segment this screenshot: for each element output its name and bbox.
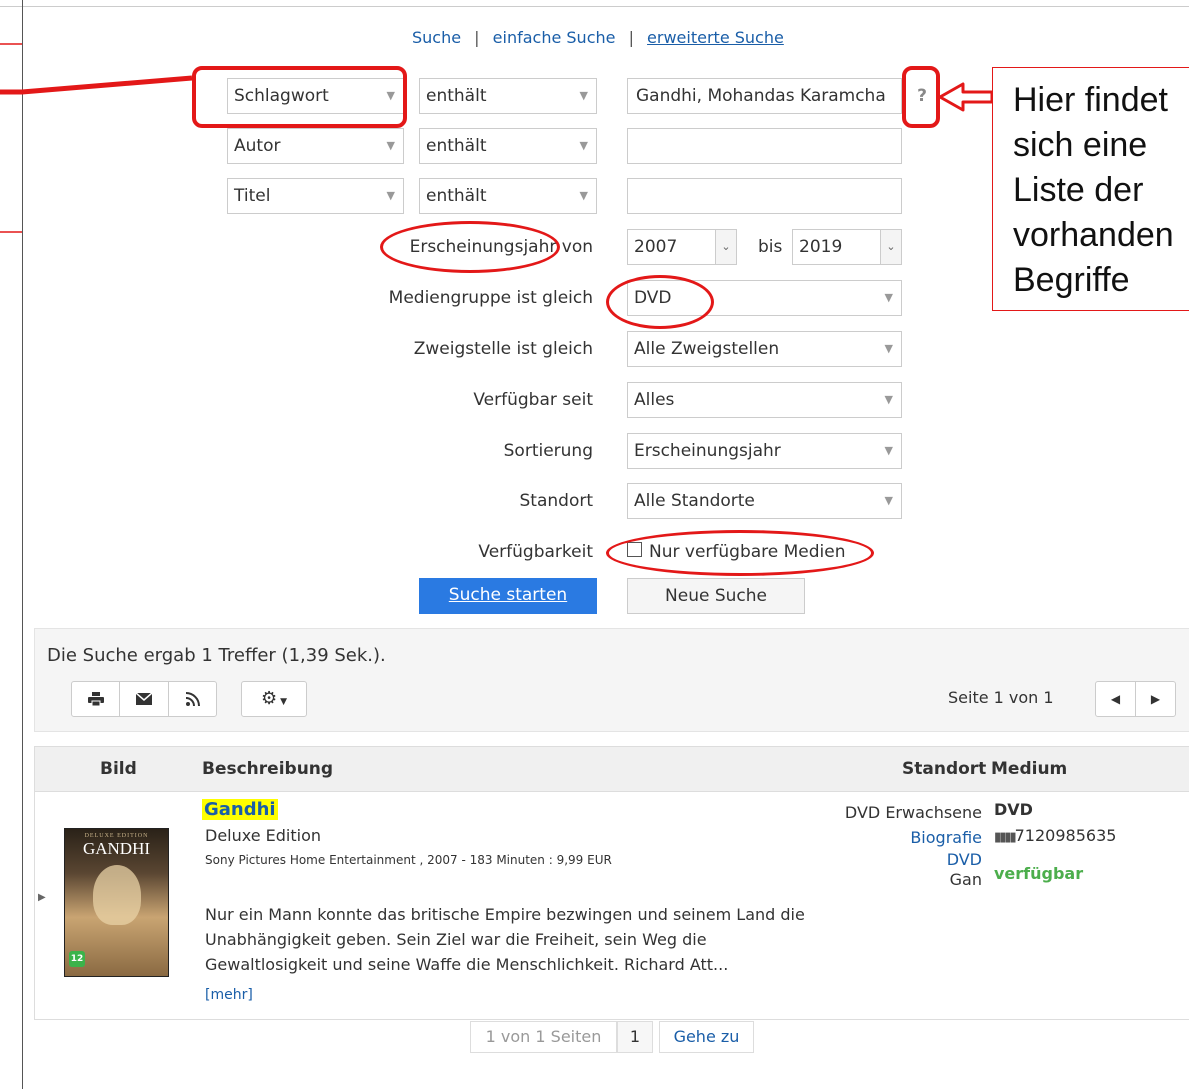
header-beschreibung[interactable]: Beschreibung [202,759,333,779]
goto-page-button[interactable]: Gehe zu [659,1021,754,1053]
filter-label: Sortierung [503,441,593,461]
filter-value: Alles [634,390,675,410]
header-standort[interactable]: Standort [902,759,986,779]
rss-button[interactable] [168,681,217,717]
gear-icon: ⚙ [260,688,278,709]
filter-label: Zweigstelle ist gleich [413,339,593,359]
barcode: ▮▮▮▮7120985635 [994,826,1116,845]
more-link[interactable]: [mehr] [205,987,253,1003]
location-select[interactable]: Alle Standorte ▼ [627,483,902,519]
sort-select[interactable]: Erscheinungsjahr ▼ [627,433,902,469]
standort-cell: DVD Erwachsene Biografie DVD Gan [780,800,982,890]
filter-label: Verfügbar seit [473,390,593,410]
filter-value: Erscheinungsjahr [634,441,781,461]
item-title-link[interactable]: Gandhi [202,799,278,820]
expand-row-icon[interactable]: ▶ [38,892,46,903]
filter-label: Standort [519,491,594,511]
print-button[interactable] [71,681,120,717]
pager-summary: 1 von 1 Seiten [470,1021,617,1053]
caret-down-icon: ▼ [884,444,893,457]
cover-portrait [93,865,141,925]
annotation-ellipse-availability [606,530,874,576]
branch-select[interactable]: Alle Zweigstellen ▼ [627,331,902,367]
header-medium[interactable]: Medium [991,759,1067,779]
standort-line-4: Gan [949,870,982,889]
barcode-icon: ▮▮▮▮ [994,830,1017,845]
caret-down-icon: ▼ [884,342,893,355]
dvd-cover-image[interactable]: DELUXE EDITION GANDHI 12 [64,828,169,977]
new-search-button[interactable]: Neue Suche [627,578,805,614]
rss-icon [185,692,200,707]
start-search-button[interactable]: Suche starten [419,578,597,614]
availability-status: verfügbar [994,864,1084,883]
next-page-button[interactable]: ▶ [1135,681,1176,717]
standort-link-dvd[interactable]: DVD [780,850,982,870]
settings-dropdown-button[interactable]: ⚙ ▼ [241,681,307,717]
barcode-number: 7120985635 [1014,826,1117,845]
pager-current-page[interactable]: 1 [617,1021,653,1053]
standort-link-biografie[interactable]: Biografie [780,825,982,850]
caret-down-icon: ▼ [884,393,893,406]
annotation-arrow-left [0,75,193,95]
available-since-select[interactable]: Alles ▼ [627,382,902,418]
item-description: Nur ein Mann konnte das britische Empire… [205,905,805,974]
results-summary: Die Suche ergab 1 Treffer (1,39 Sek.). [47,645,386,666]
caret-down-icon: ▼ [280,697,288,707]
email-button[interactable] [119,681,169,717]
age-rating-badge: 12 [69,951,85,967]
prev-page-button[interactable]: ◀ [1095,681,1136,717]
caret-down-icon: ▼ [884,494,893,507]
item-publisher: Sony Pictures Home Entertainment , 2007 … [205,853,612,867]
page-indicator: Seite 1 von 1 [948,688,1054,707]
medium-type: DVD [994,800,1033,819]
callout-text: Hier findet sich eine Liste der vorhande… [1013,81,1174,299]
header-bild[interactable]: Bild [100,759,137,779]
callout-box: Hier findet sich eine Liste der vorhande… [992,67,1189,311]
item-subtitle: Deluxe Edition [205,826,322,845]
availability-label: Verfügbarkeit [478,542,593,562]
filter-value: Alle Standorte [634,491,755,511]
standort-line-1: DVD Erwachsene [844,803,982,822]
filter-value: Alle Zweigstellen [634,339,780,359]
chevron-left-icon: ◀ [1110,692,1121,706]
print-icon [87,692,104,707]
chevron-right-icon: ▶ [1150,692,1161,706]
annotation-arrow-right [938,82,994,112]
cover-title: GANDHI [82,839,151,858]
envelope-icon [135,692,153,705]
